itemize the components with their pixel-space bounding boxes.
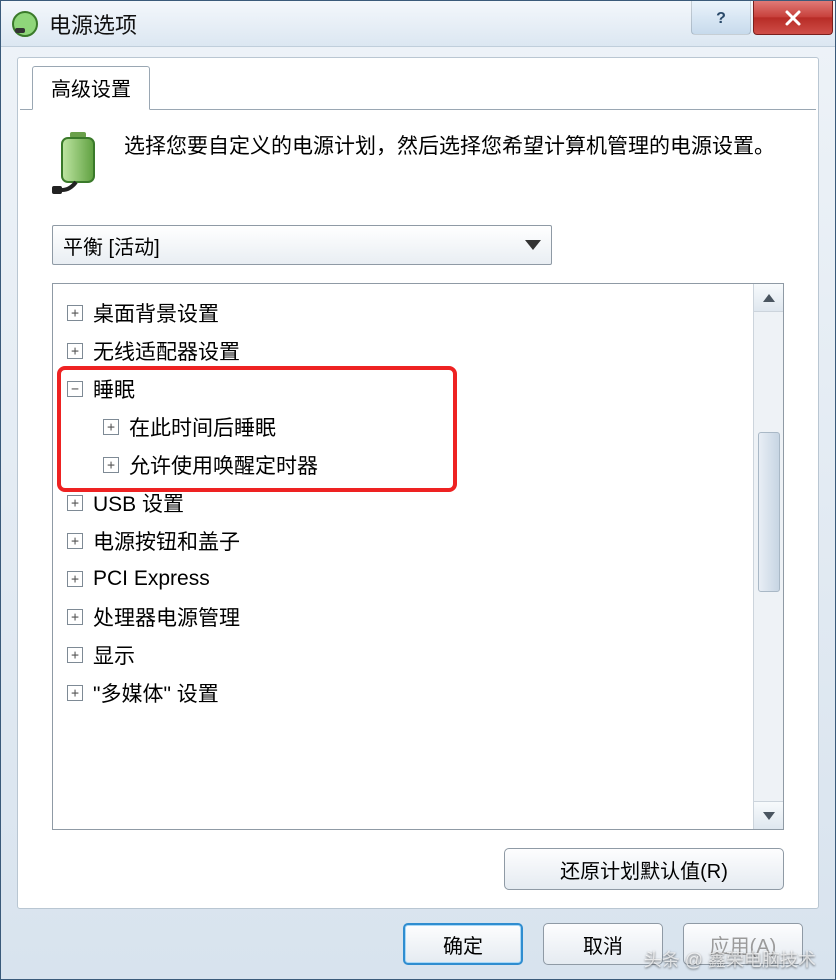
tree-item-power-buttons-lid[interactable]: + 电源按钮和盖子: [67, 522, 747, 560]
battery-icon: [52, 130, 104, 199]
tree-label: 处理器电源管理: [93, 602, 240, 632]
restore-defaults-button[interactable]: 还原计划默认值(R): [504, 848, 784, 890]
dialog-footer: 确定 取消 应用(A): [17, 909, 819, 965]
plus-icon[interactable]: +: [67, 495, 83, 511]
svg-text:?: ?: [716, 10, 726, 27]
plus-icon[interactable]: +: [103, 419, 119, 435]
tree-label: 在此时间后睡眠: [129, 412, 276, 442]
button-label: 还原计划默认值(R): [560, 855, 728, 884]
window-title: 电源选项: [49, 8, 137, 40]
main-panel: 高级设置: [17, 57, 819, 909]
tab-label: 高级设置: [51, 79, 131, 101]
plus-icon[interactable]: +: [103, 457, 119, 473]
scroll-down-button[interactable]: [754, 801, 783, 829]
chevron-down-icon: [525, 240, 541, 250]
intro-section: 选择您要自定义的电源计划，然后选择您希望计算机管理的电源设置。: [52, 130, 784, 199]
minus-icon[interactable]: −: [67, 381, 83, 397]
tree-item-desktop-background[interactable]: + 桌面背景设置: [67, 294, 747, 332]
close-button[interactable]: [753, 1, 833, 35]
tree-item-cpu-power-management[interactable]: + 处理器电源管理: [67, 598, 747, 636]
power-plan-selected: 平衡 [活动]: [63, 231, 160, 260]
dialog-window: 电源选项 ? 高级设置: [0, 0, 836, 980]
tree-item-sleep-after[interactable]: + 在此时间后睡眠: [67, 408, 747, 446]
plus-icon[interactable]: +: [67, 305, 83, 321]
power-options-icon: [11, 10, 39, 38]
scroll-thumb[interactable]: [758, 432, 780, 592]
plus-icon[interactable]: +: [67, 647, 83, 663]
tree-label: 允许使用唤醒定时器: [129, 450, 318, 480]
help-button[interactable]: ?: [691, 1, 751, 35]
plus-icon[interactable]: +: [67, 609, 83, 625]
tree-label: "多媒体" 设置: [93, 678, 219, 708]
button-label: 取消: [583, 930, 623, 959]
power-plan-dropdown[interactable]: 平衡 [活动]: [52, 225, 552, 265]
tree-label: PCI Express: [93, 567, 210, 591]
button-label: 应用(A): [710, 930, 777, 959]
tree-item-display[interactable]: + 显示: [67, 636, 747, 674]
ok-button[interactable]: 确定: [403, 923, 523, 965]
tab-advanced-settings[interactable]: 高级设置: [32, 66, 150, 110]
tree-item-pci-express[interactable]: + PCI Express: [67, 560, 747, 598]
plus-icon[interactable]: +: [67, 571, 83, 587]
cancel-button[interactable]: 取消: [543, 923, 663, 965]
tree-label: USB 设置: [93, 488, 184, 518]
tree-item-allow-wake-timers[interactable]: + 允许使用唤醒定时器: [67, 446, 747, 484]
plus-icon[interactable]: +: [67, 343, 83, 359]
tree-item-multimedia[interactable]: + "多媒体" 设置: [67, 674, 747, 712]
scroll-up-button[interactable]: [754, 284, 783, 312]
tree-item-usb[interactable]: + USB 设置: [67, 484, 747, 522]
tree-label: 睡眠: [93, 374, 135, 404]
plus-icon[interactable]: +: [67, 533, 83, 549]
button-label: 确定: [443, 930, 483, 959]
tree-item-sleep[interactable]: − 睡眠: [67, 370, 747, 408]
tree-item-wireless-adapter[interactable]: + 无线适配器设置: [67, 332, 747, 370]
apply-button[interactable]: 应用(A): [683, 923, 803, 965]
tree-label: 显示: [93, 640, 135, 670]
tree-label: 无线适配器设置: [93, 336, 240, 366]
tree-label: 桌面背景设置: [93, 298, 219, 328]
titlebar: 电源选项 ?: [1, 1, 835, 47]
intro-text: 选择您要自定义的电源计划，然后选择您希望计算机管理的电源设置。: [124, 130, 775, 164]
vertical-scrollbar[interactable]: [753, 284, 783, 829]
plus-icon[interactable]: +: [67, 685, 83, 701]
tree-label: 电源按钮和盖子: [93, 526, 240, 556]
settings-tree: + 桌面背景设置 + 无线适配器设置 − 睡眠 +: [52, 283, 784, 830]
